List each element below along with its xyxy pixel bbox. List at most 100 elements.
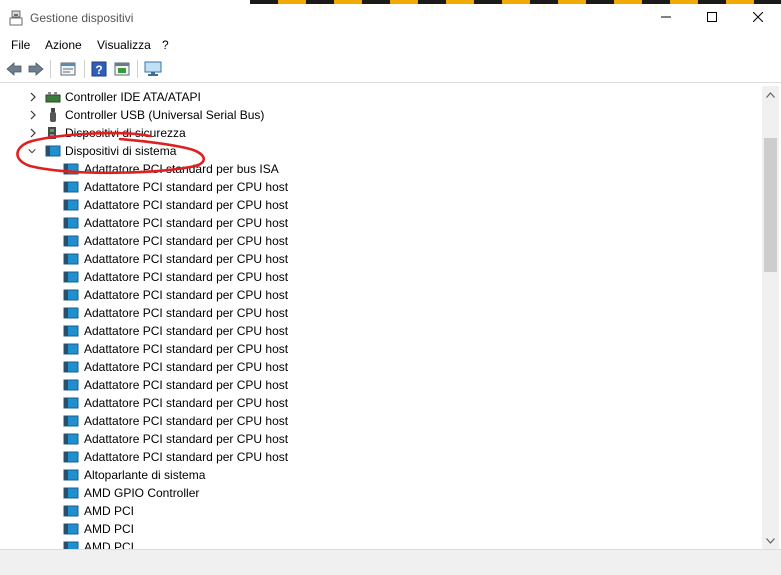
update-driver-icon [114, 62, 130, 76]
device-row[interactable]: Adattatore PCI standard per CPU host [3, 250, 762, 268]
device-label: Adattatore PCI standard per CPU host [84, 234, 289, 248]
device-row[interactable]: Adattatore PCI standard per CPU host [3, 376, 762, 394]
system-device-icon [63, 181, 79, 193]
vertical-scrollbar[interactable] [762, 86, 779, 549]
device-label: Adattatore PCI standard per CPU host [84, 270, 289, 284]
system-device-icon [63, 163, 79, 175]
device-row[interactable]: Adattatore PCI standard per CPU host [3, 232, 762, 250]
toolbar-separator [50, 60, 51, 78]
scroll-up-button[interactable] [762, 86, 779, 103]
system-device-icon [63, 307, 79, 319]
device-label: Adattatore PCI standard per CPU host [84, 252, 289, 266]
device-row[interactable]: Adattatore PCI standard per CPU host [3, 412, 762, 430]
chevron-right-icon[interactable] [28, 109, 38, 121]
menu-visualizza[interactable]: Visualizza [97, 38, 151, 52]
system-device-icon [63, 325, 79, 337]
device-label: Adattatore PCI standard per CPU host [84, 360, 289, 374]
device-label: Adattatore PCI standard per CPU host [84, 306, 289, 320]
tree-category[interactable]: Controller IDE ATA/ATAPI [3, 88, 762, 106]
system-device-icon [63, 253, 79, 265]
back-button[interactable] [4, 59, 24, 79]
minimize-button[interactable] [643, 0, 689, 34]
device-label: Adattatore PCI standard per CPU host [84, 432, 289, 446]
system-device-icon [63, 523, 79, 535]
system-device-icon [63, 505, 79, 517]
svg-text:?: ? [95, 63, 102, 77]
chevron-right-icon[interactable] [28, 91, 38, 103]
close-icon [753, 12, 763, 22]
menu-file[interactable]: File [11, 38, 30, 52]
tree-category-label: Controller IDE ATA/ATAPI [65, 90, 201, 104]
device-row[interactable]: AMD PCI [3, 502, 762, 520]
help-icon: ? [91, 61, 107, 77]
device-label: Adattatore PCI standard per CPU host [84, 450, 289, 464]
device-row[interactable]: Adattatore PCI standard per CPU host [3, 394, 762, 412]
device-label: Adattatore PCI standard per bus ISA [84, 162, 279, 176]
minimize-icon [661, 16, 671, 18]
update-driver-button[interactable] [112, 59, 132, 79]
system-device-icon [63, 469, 79, 481]
forward-button[interactable] [26, 59, 46, 79]
device-row[interactable]: Adattatore PCI standard per CPU host [3, 268, 762, 286]
help-button[interactable]: ? [89, 59, 109, 79]
tree-category-label: Controller USB (Universal Serial Bus) [65, 108, 265, 122]
maximize-button[interactable] [689, 0, 735, 34]
system-device-icon [63, 397, 79, 409]
menu-help[interactable]: ? [162, 38, 169, 52]
system-device-icon [45, 145, 61, 157]
chevron-down-icon[interactable] [27, 145, 37, 157]
device-row[interactable]: Adattatore PCI standard per bus ISA [3, 160, 762, 178]
scan-hardware-button[interactable] [143, 59, 163, 79]
device-row[interactable]: Adattatore PCI standard per CPU host [3, 430, 762, 448]
security-device-icon [48, 127, 56, 139]
system-device-icon [63, 487, 79, 499]
device-row[interactable]: Adattatore PCI standard per CPU host [3, 358, 762, 376]
ide-controller-icon [45, 92, 61, 103]
system-device-icon [63, 433, 79, 445]
system-device-icon [63, 199, 79, 211]
maximize-icon [707, 12, 717, 22]
tree-category[interactable]: Dispositivi di sicurezza [3, 124, 762, 142]
device-row[interactable]: Adattatore PCI standard per CPU host [3, 196, 762, 214]
scrollbar-thumb[interactable] [764, 138, 777, 272]
tree-category-label: Dispositivi di sistema [65, 144, 177, 158]
toolbar-separator [84, 60, 85, 78]
scroll-down-button[interactable] [762, 532, 779, 549]
system-device-icon [63, 289, 79, 301]
device-tree[interactable]: Controller IDE ATA/ATAPI Controller USB … [3, 86, 762, 549]
chevron-right-icon[interactable] [28, 127, 38, 139]
device-row[interactable]: Altoparlante di sistema [3, 466, 762, 484]
toolbar: ? [0, 56, 781, 83]
device-manager-icon [9, 10, 23, 26]
window-title: Gestione dispositivi [30, 11, 134, 25]
system-device-icon [63, 343, 79, 355]
properties-button[interactable] [58, 59, 78, 79]
device-row[interactable]: AMD PCI [3, 538, 762, 549]
device-row[interactable]: Adattatore PCI standard per CPU host [3, 322, 762, 340]
menu-azione[interactable]: Azione [45, 38, 82, 52]
device-label: AMD PCI [84, 540, 135, 549]
title-bar: Gestione dispositivi [0, 0, 781, 34]
device-row[interactable]: Adattatore PCI standard per CPU host [3, 286, 762, 304]
device-label: AMD PCI [84, 522, 135, 536]
device-row[interactable]: Adattatore PCI standard per CPU host [3, 340, 762, 358]
device-label: Adattatore PCI standard per CPU host [84, 288, 289, 302]
forward-icon [28, 62, 44, 76]
device-label: Adattatore PCI standard per CPU host [84, 414, 289, 428]
device-row[interactable]: AMD GPIO Controller [3, 484, 762, 502]
tree-category-label: Dispositivi di sicurezza [65, 126, 186, 140]
tree-category[interactable]: Controller USB (Universal Serial Bus) [3, 106, 762, 124]
device-row[interactable]: Adattatore PCI standard per CPU host [3, 448, 762, 466]
device-row[interactable]: Adattatore PCI standard per CPU host [3, 214, 762, 232]
tree-category-selected[interactable]: Dispositivi di sistema [3, 142, 762, 160]
back-icon [6, 62, 22, 76]
device-row[interactable]: Adattatore PCI standard per CPU host [3, 178, 762, 196]
close-button[interactable] [735, 0, 781, 34]
system-device-icon [63, 271, 79, 283]
system-device-icon [63, 541, 79, 549]
system-device-icon [63, 217, 79, 229]
device-row[interactable]: AMD PCI [3, 520, 762, 538]
device-row[interactable]: Adattatore PCI standard per CPU host [3, 304, 762, 322]
device-label: Adattatore PCI standard per CPU host [84, 324, 289, 338]
device-label: Adattatore PCI standard per CPU host [84, 342, 289, 356]
